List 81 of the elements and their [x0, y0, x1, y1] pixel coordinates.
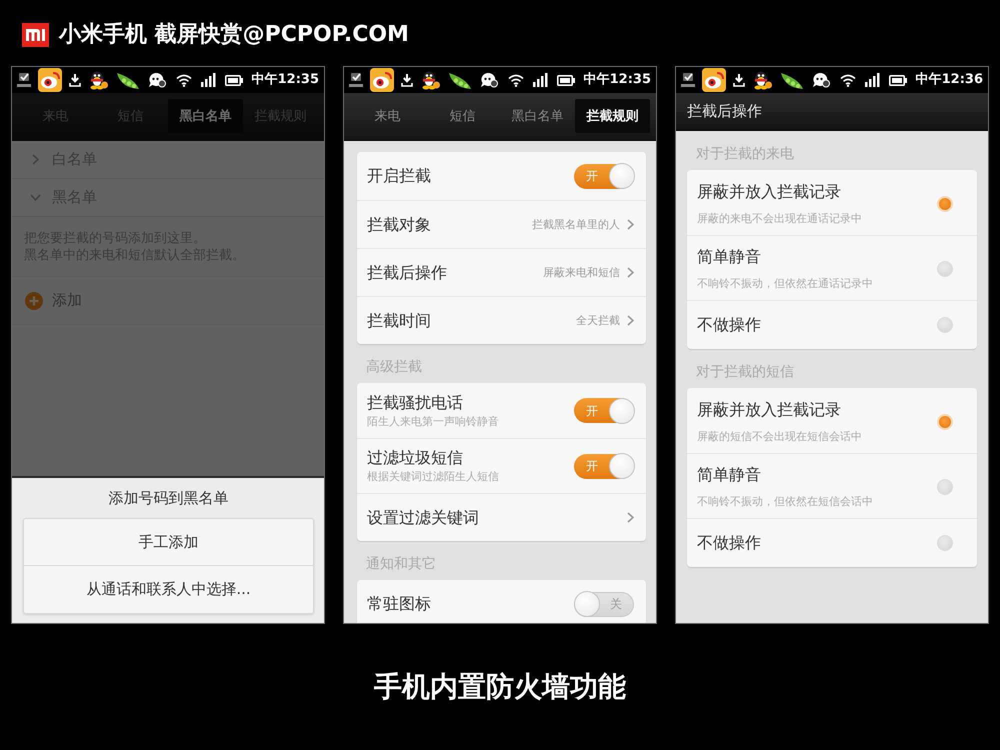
row-subtitle: 根据关键词过滤陌生人短信 [367, 470, 499, 484]
section-header: 对于拦截的短信 [696, 363, 795, 382]
tab[interactable]: 短信 [425, 99, 500, 133]
row-subtitle: 屏蔽的短信不会出现在短信会话中 [697, 430, 862, 444]
radio-button[interactable] [937, 261, 953, 277]
row-subtitle: 陌生人来电第一声响铃静音 [367, 414, 499, 428]
status-time: 中午12:35 [584, 72, 651, 88]
row-title: 不做操作 [697, 533, 761, 553]
row-value: 全天拦截 [576, 314, 620, 328]
row-title: 屏蔽并放入拦截记录 [697, 400, 841, 420]
row-title: 拦截骚扰电话 [367, 392, 463, 412]
row-title: 过滤垃圾短信 [367, 448, 463, 468]
logo-icon [22, 23, 49, 47]
status-time: 中午12:35 [252, 72, 319, 88]
row-title: 简单静音 [697, 465, 761, 485]
row-title: 屏蔽并放入拦截记录 [697, 182, 841, 202]
radio-button[interactable] [937, 196, 953, 212]
row-subtitle: 不响铃不振动，但依然在通话记录中 [697, 277, 873, 291]
radio-button[interactable] [937, 535, 953, 551]
chevron-right-icon [627, 512, 634, 523]
caption-text: 手机内置防火墙功能 [374, 670, 626, 704]
radio-button[interactable] [937, 317, 953, 333]
battery-icon [888, 74, 907, 86]
toggle-switch[interactable]: 开 [574, 454, 634, 478]
row-subtitle: 不响铃不振动，但依然在短信会话中 [697, 495, 873, 509]
eye-tile-icon [370, 68, 394, 92]
tab[interactable]: 黑白名单 [500, 99, 575, 133]
row-title: 开启拦截 [367, 166, 431, 186]
radio-button[interactable] [937, 479, 953, 495]
chevron-right-icon [627, 315, 634, 326]
dialog-button[interactable]: 手工添加 [23, 518, 314, 566]
radio-button[interactable] [937, 414, 953, 430]
download-icon [69, 73, 81, 87]
eye-tile-icon [702, 68, 726, 92]
wifi-icon [840, 73, 856, 87]
chevron-right-icon [627, 219, 634, 230]
row-value: 拦截黑名单里的人 [532, 218, 620, 232]
toggle-switch[interactable]: 关 [574, 592, 634, 616]
wifi-icon [508, 73, 524, 87]
wifi-icon [176, 73, 192, 87]
section-header: 对于拦截的来电 [696, 145, 795, 164]
tab[interactable]: 黑白名单 [168, 99, 243, 133]
status-time: 中午12:36 [916, 72, 983, 88]
tray-check-icon [17, 72, 31, 88]
toggle-switch[interactable]: 开 [574, 398, 634, 423]
chat-bubble-icon [148, 72, 166, 88]
row-value: 屏蔽来电和短信 [543, 266, 620, 280]
row-title: 拦截对象 [367, 214, 431, 234]
signal-icon [532, 73, 548, 87]
row-title: 拦截时间 [367, 310, 431, 330]
penguin-icon [420, 70, 440, 90]
tab[interactable]: 拦截规则 [575, 99, 650, 133]
chat-bubble-icon [480, 72, 498, 88]
row-title: 拦截后操作 [367, 262, 447, 282]
signal-icon [864, 73, 880, 87]
download-icon [401, 73, 413, 87]
row-title: 设置过滤关键词 [367, 508, 479, 528]
eye-tile-icon [38, 68, 62, 92]
download-icon [733, 73, 745, 87]
battery-icon [556, 74, 575, 86]
row-title: 不做操作 [697, 315, 761, 335]
plus-circle-icon [25, 292, 43, 310]
signal-icon [200, 73, 216, 87]
tray-check-icon [349, 72, 363, 88]
chevron-right-icon [627, 267, 634, 278]
tray-check-icon [681, 72, 695, 88]
dialog-title: 添加号码到黑名单 [108, 488, 230, 509]
penguin-icon [88, 70, 108, 90]
section-header: 通知和其它 [366, 555, 437, 574]
penguin-icon [752, 70, 772, 90]
page-title: 小米手机 截屏快赏@PCPOP.COM [59, 22, 409, 48]
toggle-switch[interactable]: 开 [574, 164, 634, 188]
battery-icon [224, 74, 243, 86]
row-subtitle: 屏蔽的来电不会出现在通话记录中 [697, 212, 862, 226]
screen-title: 拦截后操作 [687, 102, 762, 121]
tab[interactable]: 来电 [350, 99, 425, 133]
dialog-button[interactable]: 从通话和联系人中选择... [23, 566, 314, 614]
section-header: 高级拦截 [366, 358, 423, 377]
row-title: 常驻图标 [367, 594, 431, 614]
chat-bubble-icon [812, 72, 830, 88]
row-title: 简单静音 [697, 247, 761, 267]
